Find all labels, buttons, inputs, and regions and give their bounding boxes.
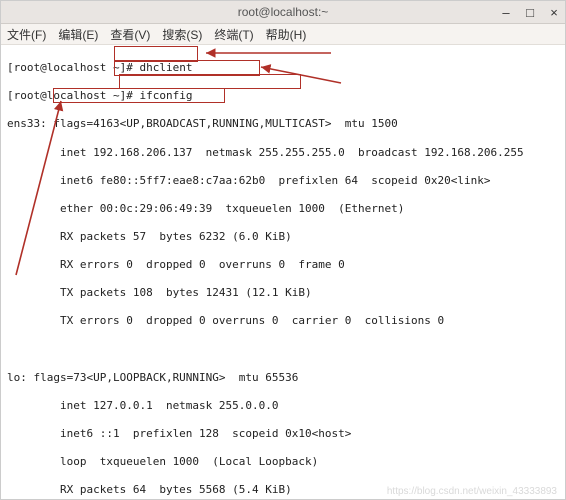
menu-view[interactable]: 查看(V) — [110, 26, 150, 43]
window-buttons: – □ × — [499, 1, 561, 23]
ens33-inet6: inet6 fe80::5ff7:eae8:c7aa:62b0 prefixle… — [7, 174, 559, 188]
lo-header: lo: flags=73<UP,LOOPBACK,RUNNING> mtu 65… — [7, 371, 559, 385]
menu-edit[interactable]: 编辑(E) — [58, 26, 98, 43]
terminal-window: root@localhost:~ – □ × 文件(F) 编辑(E) 查看(V)… — [0, 0, 566, 500]
terminal-body[interactable]: [root@localhost ~]# dhclient [root@local… — [1, 45, 565, 500]
lo-loop: loop txqueuelen 1000 (Local Loopback) — [7, 455, 559, 469]
menu-search[interactable]: 搜索(S) — [162, 26, 202, 43]
ens33-inet-rest: netmask 255.255.255.0 broadcast 192.168.… — [192, 146, 523, 159]
menu-file[interactable]: 文件(F) — [7, 26, 46, 43]
ens33-hdr-flags: <UP,BROADCAST,RUNNING,MULTICAST> — [120, 117, 332, 130]
ens33-rxp: RX packets 57 bytes 6232 (6.0 KiB) — [7, 230, 559, 244]
ens33-inet: inet 192.168.206.137 netmask 255.255.255… — [7, 146, 559, 160]
blank-1 — [7, 343, 559, 357]
menubar: 文件(F) 编辑(E) 查看(V) 搜索(S) 终端(T) 帮助(H) — [1, 24, 565, 45]
ens33-txe: TX errors 0 dropped 0 overruns 0 carrier… — [7, 314, 559, 328]
annotation-box-inet — [53, 88, 225, 103]
prompt-1-prefix: [root@localhost ~] — [7, 61, 126, 74]
close-button[interactable]: × — [547, 5, 561, 20]
ens33-ether: ether 00:0c:29:06:49:39 txqueuelen 1000 … — [7, 202, 559, 216]
watermark: https://blog.csdn.net/weixin_43333893 — [387, 486, 557, 497]
maximize-button[interactable]: □ — [523, 5, 537, 20]
ens33-rxe: RX errors 0 dropped 0 overruns 0 frame 0 — [7, 258, 559, 272]
lo-inet: inet 127.0.0.1 netmask 255.0.0.0 — [7, 399, 559, 413]
ens33-hdr-pre: ens33: flags=4163 — [7, 117, 120, 130]
minimize-button[interactable]: – — [499, 5, 513, 20]
annotation-box-flags — [119, 74, 301, 89]
menu-terminal[interactable]: 终端(T) — [214, 26, 253, 43]
menu-help[interactable]: 帮助(H) — [266, 26, 307, 43]
ens33-txp: TX packets 108 bytes 12431 (12.1 KiB) — [7, 286, 559, 300]
titlebar[interactable]: root@localhost:~ – □ × — [1, 1, 565, 24]
ens33-inet-ip: inet 192.168.206.137 — [7, 146, 192, 159]
lo-inet6: inet6 ::1 prefixlen 128 scopeid 0x10<hos… — [7, 427, 559, 441]
ens33-hdr-post: mtu 1500 — [332, 117, 398, 130]
window-title: root@localhost:~ — [238, 5, 329, 19]
ens33-header: ens33: flags=4163<UP,BROADCAST,RUNNING,M… — [7, 117, 559, 131]
